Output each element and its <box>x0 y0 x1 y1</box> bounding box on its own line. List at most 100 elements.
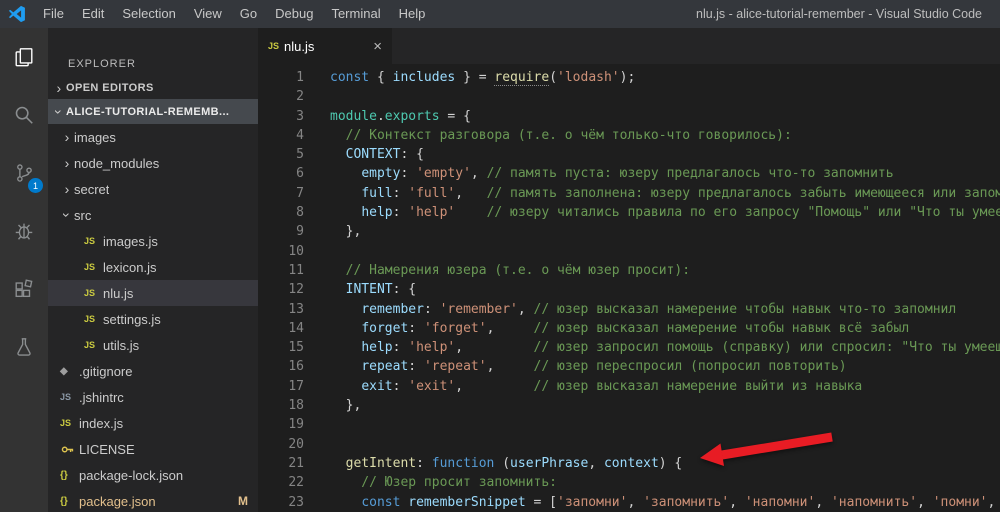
menu-file[interactable]: File <box>34 0 73 28</box>
folder-section[interactable]: › ALICE-TUTORIAL-REMEMB... <box>48 99 258 124</box>
js-file-icon: JS <box>268 41 280 51</box>
code-line-19[interactable] <box>330 415 1000 434</box>
code-line-16[interactable]: repeat: 'repeat', // юзер переспросил (п… <box>330 357 1000 376</box>
tree-item-utils.js[interactable]: JS utils.js <box>48 332 258 358</box>
close-icon[interactable]: × <box>373 38 382 55</box>
editor-group: JS nlu.js × 1 2 3 4 5 6 7 8 9 10 11 12 13 14 15 16 17 18 1… <box>258 28 1000 512</box>
line-number: 1 <box>296 70 304 85</box>
line-number: 23 <box>288 494 304 510</box>
activity-bar: 1 <box>0 28 48 512</box>
tree-item-package.json[interactable]: {} package.json M <box>48 488 258 512</box>
code-line-1[interactable]: const { includes } = require('lodash'); <box>330 68 1000 87</box>
tree-item-label: package-lock.json <box>79 467 184 483</box>
code-editor: 1 2 3 4 5 6 7 8 9 10 11 12 13 14 15 16 17 18 19 20 21 22 23 co… <box>258 64 1000 512</box>
line-number: 12 <box>288 282 304 298</box>
activity-explorer[interactable] <box>0 28 48 86</box>
code-line-21[interactable]: getIntent: function (userPhrase, context… <box>330 454 1000 473</box>
line-number: 7 <box>296 185 304 201</box>
flask-icon <box>13 336 35 358</box>
tree-item-src[interactable]: › src <box>48 202 258 228</box>
chevron-down-icon: › <box>51 108 67 115</box>
code-line-3[interactable]: module.exports = { <box>330 107 1000 126</box>
code-line-11[interactable]: // Намерения юзера (т.е. о чём юзер прос… <box>330 261 1000 280</box>
line-number: 5 <box>296 147 304 163</box>
line-number: 19 <box>288 417 304 433</box>
js-file-icon: JS <box>84 340 96 350</box>
line-number: 21 <box>288 455 304 471</box>
tree-item-settings.js[interactable]: JS settings.js <box>48 306 258 332</box>
line-number: 15 <box>288 340 304 356</box>
titlebar: File Edit Selection View Go Debug Terminal Help… <box>0 0 1000 28</box>
tree-item-label: settings.js <box>103 311 161 327</box>
tree-item-.jshintrc[interactable]: JS .jshintrc <box>48 384 258 410</box>
menu-terminal[interactable]: Terminal <box>322 0 389 28</box>
tab-label: nlu.js <box>284 38 315 54</box>
activity-search[interactable] <box>0 86 48 144</box>
js-file-icon: JS <box>84 262 96 272</box>
chevron-down-icon: › <box>59 212 75 218</box>
line-number: 18 <box>288 398 304 414</box>
tree-item-lexicon.js[interactable]: JS lexicon.js <box>48 254 258 280</box>
scm-count-badge: 1 <box>28 178 43 193</box>
code-line-9[interactable]: }, <box>330 222 1000 241</box>
tree-item-label: package.json <box>79 493 156 509</box>
line-number: 4 <box>296 127 304 143</box>
menu-edit[interactable]: Edit <box>73 0 113 28</box>
tree-item-images.js[interactable]: JS images.js <box>48 228 258 254</box>
code-line-4[interactable]: // Контекст разговора (т.е. о чём только… <box>330 126 1000 145</box>
code-line-7[interactable]: full: 'full', // память заполнена: юзеру… <box>330 184 1000 203</box>
workbench: 1 EXPLORER › OPEN EDITORS › ALICE-TUTORI… <box>0 28 1000 512</box>
code-line-12[interactable]: INTENT: { <box>330 280 1000 299</box>
code-lines[interactable]: const { includes } = require('lodash'); m… <box>330 68 1000 512</box>
files-icon <box>13 46 35 68</box>
tree-item-index.js[interactable]: JS index.js <box>48 410 258 436</box>
code-line-14[interactable]: forget: 'forget', // юзер высказал намер… <box>330 319 1000 338</box>
tree-item-label: .gitignore <box>79 363 133 379</box>
debug-icon <box>13 220 35 242</box>
tree-item-license[interactable]: LICENSE <box>48 436 258 462</box>
open-editors-section[interactable]: › OPEN EDITORS <box>48 76 258 99</box>
js-file-icon: JS <box>60 392 72 402</box>
tree-item-package-lock.json[interactable]: {} package-lock.json <box>48 462 258 488</box>
tab-nlu-js[interactable]: JS nlu.js × <box>258 28 392 64</box>
menubar: File Edit Selection View Go Debug Terminal Help <box>34 0 434 28</box>
line-number: 3 <box>296 108 304 124</box>
code-line-10[interactable] <box>330 242 1000 261</box>
menu-go[interactable]: Go <box>231 0 266 28</box>
code-line-20[interactable] <box>330 435 1000 454</box>
code-line-5[interactable]: CONTEXT: { <box>330 145 1000 164</box>
code-line-13[interactable]: remember: 'remember', // юзер высказал н… <box>330 300 1000 319</box>
line-number: 8 <box>296 205 304 221</box>
menu-selection[interactable]: Selection <box>113 0 184 28</box>
tree-item-node-modules[interactable]: › node_modules <box>48 150 258 176</box>
code-line-22[interactable]: // Юзер просит запомнить: <box>330 473 1000 492</box>
tree-item-images[interactable]: › images <box>48 124 258 150</box>
activity-extensions[interactable] <box>0 260 48 318</box>
code-line-2[interactable] <box>330 87 1000 106</box>
activity-source-control[interactable]: 1 <box>0 144 48 202</box>
line-number: 17 <box>288 378 304 394</box>
search-icon <box>13 104 35 126</box>
tree-item-label: nlu.js <box>103 285 134 301</box>
code-line-8[interactable]: help: 'help' // юзеру читались правила п… <box>330 203 1000 222</box>
activity-test[interactable] <box>0 318 48 376</box>
code-line-17[interactable]: exit: 'exit', // юзер высказал намерение… <box>330 377 1000 396</box>
tree-item-nlu.js[interactable]: JS nlu.js <box>48 280 258 306</box>
sidebar-title: EXPLORER <box>68 58 136 70</box>
menu-debug[interactable]: Debug <box>266 0 322 28</box>
code-line-15[interactable]: help: 'help', // юзер запросил помощь (с… <box>330 338 1000 357</box>
menu-view[interactable]: View <box>185 0 231 28</box>
line-number: 10 <box>288 243 304 259</box>
js-file-icon: JS <box>60 418 72 428</box>
tree-item-label: LICENSE <box>79 441 135 457</box>
activity-debug[interactable] <box>0 202 48 260</box>
code-line-18[interactable]: }, <box>330 396 1000 415</box>
tree-item-secret[interactable]: › secret <box>48 176 258 202</box>
explorer-sidebar: EXPLORER › OPEN EDITORS › ALICE-TUTORIAL… <box>48 28 258 512</box>
code-line-6[interactable]: empty: 'empty', // память пуста: юзеру п… <box>330 164 1000 183</box>
menu-help[interactable]: Help <box>390 0 435 28</box>
tree-item-.gitignore[interactable]: ◆ .gitignore <box>48 358 258 384</box>
chevron-right-icon: › <box>64 155 70 171</box>
code-line-23[interactable]: const rememberSnippet = ['запомни', 'зап… <box>330 493 1000 512</box>
line-number: 9 <box>296 224 304 240</box>
